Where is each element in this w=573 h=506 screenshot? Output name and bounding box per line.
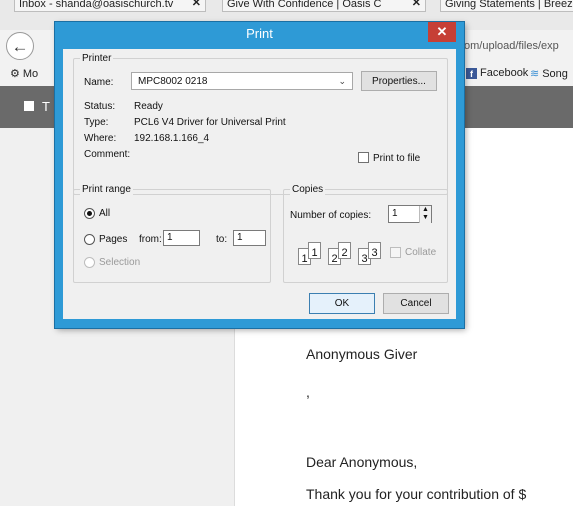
bookmark-label: Song [542,68,568,80]
tab-inbox[interactable]: Inbox - shanda@oasischurch.tv ✕ [14,0,206,12]
number-of-copies-label: Number of copies: [290,210,372,221]
site-title: T [42,99,50,114]
cancel-button[interactable]: Cancel [383,293,449,314]
copies-value: 1 [392,208,398,219]
ok-button[interactable]: OK [309,293,375,314]
collate-checkbox[interactable] [390,247,401,258]
close-icon[interactable]: ✕ [428,22,456,42]
where-label: Where: [84,133,117,144]
close-icon[interactable]: ✕ [192,0,201,9]
print-range-label: Print range [80,184,133,195]
print-to-file-checkbox[interactable] [358,152,369,163]
status-value: Ready [134,101,163,112]
bookmark-label: Mo [22,68,39,80]
print-range-group: Print range All Pages from: 1 to: 1 Sele… [73,184,271,283]
chevron-down-icon: ⌄ [338,76,346,86]
recipient-name: Anonymous Giver [306,346,418,362]
printer-group-label: Printer [80,53,114,64]
close-icon[interactable]: ✕ [412,0,421,9]
address-bar[interactable]: om/upload/files/exp [464,40,559,52]
page-icon: 1 [308,242,321,259]
copies-stepper[interactable]: 1 ▲ ▼ [388,205,432,223]
facebook-icon: f [466,68,477,79]
selection-radio[interactable] [84,257,95,268]
bookmark-facebook[interactable]: f Facebook [466,67,528,79]
tab-title: Inbox - shanda@oasischurch.tv [19,0,174,10]
menu-icon[interactable] [24,101,34,111]
tab-title: Give With Confidence | Oasis C [227,0,382,10]
properties-button[interactable]: Properties... [361,71,437,91]
type-value: PCL6 V4 Driver for Universal Print [134,117,286,128]
from-label: from: [139,234,162,245]
printer-select[interactable]: MPC8002 0218 ⌄ [131,72,353,90]
to-input[interactable]: 1 [233,230,266,246]
dialog-body: Printer Name: MPC8002 0218 ⌄ Properties.… [63,49,456,319]
bookmark-partial[interactable]: ⚙ Mo [10,67,38,80]
back-arrow-icon: ← [11,37,29,56]
all-label: All [99,208,111,219]
name-label: Name: [84,77,114,88]
all-radio[interactable] [84,208,95,219]
gear-icon: ⚙ [10,68,20,80]
bookmark-songs[interactable]: ≋ Song [530,67,568,80]
dialog-title: Print [246,26,273,41]
bookmark-label: Facebook [480,67,529,79]
selection-label: Selection [99,257,141,268]
copies-label: Copies [290,184,326,195]
copies-group: Copies Number of copies: 1 ▲ ▼ 1 1 2 2 3 … [283,184,448,283]
tab-giving-statements[interactable]: Giving Statements | Breeze [440,0,573,12]
tab-title: Giving Statements | Breeze [445,0,573,10]
address-line: , [306,384,310,400]
tab-give-with-confidence[interactable]: Give With Confidence | Oasis C ✕ [222,0,426,12]
where-value: 192.168.1.166_4 [134,133,210,144]
body-text: Thank you for your contribution of $ [306,486,527,502]
status-label: Status: [84,101,116,112]
pages-radio[interactable] [84,234,95,245]
salutation: Dear Anonymous, [306,454,418,470]
printer-name: MPC8002 0218 [138,76,208,87]
to-label: to: [216,234,228,245]
comment-label: Comment: [84,149,131,160]
print-dialog: Print ✕ Printer Name: MPC8002 0218 ⌄ Pro… [55,22,464,328]
from-input[interactable]: 1 [163,230,200,246]
print-to-file-label: Print to file [373,153,421,164]
spin-arrows-icon[interactable]: ▲ ▼ [419,206,431,223]
songselect-icon: ≋ [530,68,540,80]
page-icon: 3 [368,242,381,259]
type-label: Type: [84,117,109,128]
page-icon: 2 [338,242,351,259]
back-button[interactable]: ← [6,32,34,60]
pages-label: Pages [99,234,128,245]
printer-group: Printer Name: MPC8002 0218 ⌄ Properties.… [73,53,448,195]
collate-label: Collate [405,247,437,258]
